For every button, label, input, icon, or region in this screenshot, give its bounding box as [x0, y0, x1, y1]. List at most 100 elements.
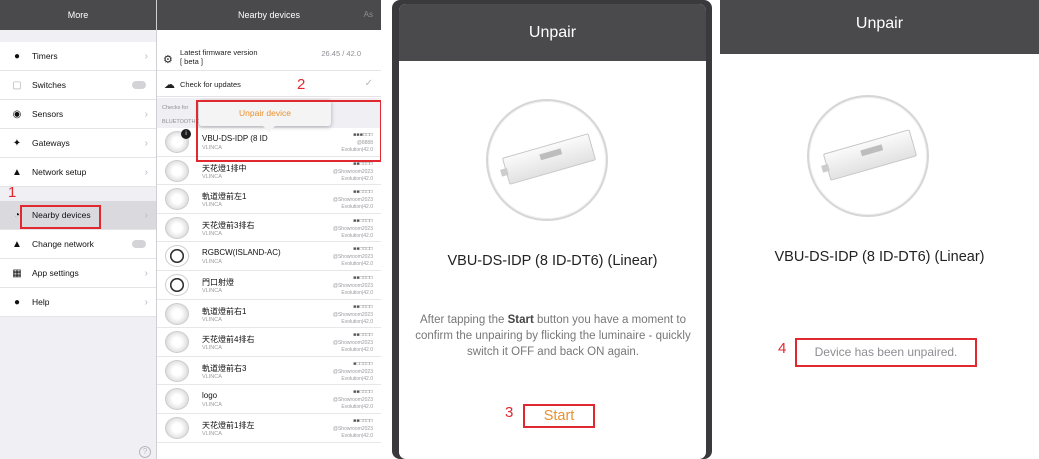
dialog-title: Unpair [720, 0, 1039, 54]
sidebar-item-label: Sensors [32, 109, 64, 119]
device-name: 天花燈前4排右 [202, 335, 255, 345]
device-row[interactable]: 天花燈前4排右 VLINCA ■■□□□□ @Showroom2023 Evolutio… [157, 328, 381, 357]
device-row[interactable]: RGBCW(ISLAND-AC) VLINCA ■■□□□□ @Showroom202… [157, 242, 381, 271]
device-vendor: VLINCA [202, 430, 222, 437]
sort-button[interactable]: As [364, 10, 373, 19]
chevron-right-icon: › [144, 267, 148, 279]
sidebar-item-help[interactable]: ● Help › [0, 288, 156, 317]
device-name: 門口射燈 [202, 277, 234, 287]
device-row[interactable]: 天花燈前3排右 VLINCA ■■□□□□ @Showroom2023 Evolutio… [157, 214, 381, 243]
product-image [807, 95, 929, 217]
app-settings-icon: ▦ [12, 267, 22, 279]
chevron-right-icon: › [144, 50, 148, 62]
device-row[interactable]: 軌道燈前左1 VLINCA ■■□□□□ @Showroom2023 Evolution… [157, 185, 381, 214]
unpair-dialog: Unpair VBU-DS-IDP (8 ID-DT6) (Linear) Af… [399, 4, 706, 459]
device-firmware: Evolution|42.0 [341, 318, 373, 325]
sidebar-item-change-network[interactable]: ▲ Change network [0, 230, 156, 259]
sidebar-item-switches[interactable]: ▢ Switches [0, 71, 156, 100]
sidebar-item-label: Network setup [32, 167, 87, 177]
device-row[interactable]: logo VLINCA ■■□□□□ @Showroom2023 Evolution|4… [157, 385, 381, 414]
dialog-title: Unpair [399, 4, 706, 61]
sidebar-item-label: Gateways [32, 138, 70, 148]
device-thumbnail [165, 416, 189, 439]
cloud-icon: ☁ [164, 79, 175, 91]
checkmark-icon: ✓ [364, 78, 373, 89]
detail-title: Nearby devices [237, 10, 301, 20]
check-updates-row[interactable]: ☁ Check for updates ✓ [157, 72, 381, 97]
device-row[interactable]: 天花燈前1排左 VLINCA ■■□□□□ @Showroom2023 Evolutio… [157, 414, 381, 443]
sidebar-item-label: Change network [32, 239, 94, 249]
device-vendor: VLINCA [202, 316, 222, 323]
sidebar-item-sensors[interactable]: ◉ Sensors › [0, 100, 156, 129]
device-firmware: Evolution|42.0 [341, 261, 373, 268]
sidebar-item-app-settings[interactable]: ▦ App settings › [0, 259, 156, 288]
device-network: @Showroom2023 [332, 340, 373, 347]
network-icon: ▲ [12, 238, 22, 250]
gateway-icon: ✦ [12, 137, 22, 149]
device-name: 天花燈前3排右 [202, 220, 255, 230]
unpair-instructions: After tapping the Start button you have … [415, 314, 691, 358]
check-updates-label: Check for updates [180, 80, 241, 89]
signal-strength: ■■□□□□ [353, 217, 373, 224]
device-thumbnail [165, 331, 189, 354]
toggle-icon [132, 81, 146, 89]
device-name: 軌道燈前左1 [202, 192, 247, 202]
device-name: VBU-DS-IDP (8 ID-DT6) (Linear) [447, 253, 658, 269]
detail-title-bar: Nearby devices As [157, 0, 381, 30]
step-marker-1: 1 [8, 184, 17, 201]
device-thumbnail: i [165, 129, 191, 153]
sidebar-item-network-setup[interactable]: ▲ Network setup › [0, 158, 156, 187]
device-thumbnail [165, 216, 189, 239]
device-vendor: VLINCA [202, 402, 222, 409]
device-thumbnail [165, 273, 189, 296]
question-icon[interactable]: ? [139, 446, 151, 458]
device-row[interactable]: 門口射燈 VLINCA ■■□□□□ @Showroom2023 Evolution|4… [157, 271, 381, 300]
sidebar-item-gateways[interactable]: ✦ Gateways › [0, 129, 156, 158]
firmware-label: Latest firmware version [ beta ] [180, 48, 258, 66]
unpair-screen-start: Unpair VBU-DS-IDP (8 ID-DT6) (Linear) Af… [392, 0, 712, 459]
device-network: @Showroom2023 [332, 282, 373, 289]
device-network: @Showroom2023 [332, 225, 373, 232]
clock-icon: ● [13, 50, 21, 62]
sidebar-item-label: Switches [32, 80, 67, 90]
firmware-row[interactable]: ⚙ Latest firmware version [ beta ] 26.45… [157, 44, 381, 71]
device-thumbnail [165, 188, 189, 211]
chevron-right-icon: › [144, 108, 148, 120]
device-network: @Showroom2023 [332, 368, 373, 375]
device-thumbnail [165, 388, 189, 411]
network-icon: ▲ [12, 166, 22, 178]
step-marker-2: 2 [297, 76, 306, 93]
device-network: @Showroom2023 [332, 197, 373, 204]
device-network: @Showroom2023 [332, 168, 373, 175]
device-vendor: VLINCA [202, 259, 222, 266]
sidebar-item-timers[interactable]: ● Timers › [0, 42, 156, 71]
device-name: VBU-DS-IDP (8 ID-DT6) (Linear) [774, 249, 985, 265]
signal-strength: ■■□□□□ [353, 417, 373, 424]
device-vendor: VLINCA [202, 373, 222, 380]
chevron-right-icon: › [144, 166, 148, 178]
device-row[interactable]: 軌道燈前右1 VLINCA ■■□□□□ @Showroom2023 Evolution… [157, 300, 381, 329]
device-row[interactable]: 軌道燈前右3 VLINCA ■□□□□□ @Showroom2023 Evolution… [157, 357, 381, 386]
switch-icon: ▢ [12, 79, 22, 91]
start-button[interactable]: Start [523, 404, 595, 428]
sidebar-title: More [0, 0, 156, 30]
nearby-devices-screen: More ● Timers › ▢ Switches ◉ Sensors › ✦… [0, 0, 381, 459]
signal-strength: ■■□□□□ [353, 274, 373, 281]
device-vendor: VLINCA [202, 173, 222, 180]
highlight-unpair-device [196, 100, 381, 162]
signal-strength: ■■□□□□ [353, 303, 373, 310]
device-vendor: VLINCA [202, 230, 222, 237]
sensor-icon: ◉ [12, 108, 22, 120]
device-name: RGBCW(ISLAND-AC) [202, 248, 281, 258]
device-vendor: VLINCA [202, 345, 222, 352]
device-firmware: Evolution|42.0 [341, 232, 373, 239]
gears-icon: ⚙ [163, 54, 173, 66]
device-thumbnail [165, 245, 189, 268]
device-name: 軌道燈前右3 [202, 363, 247, 373]
device-firmware: Evolution|42.0 [341, 375, 373, 382]
info-badge-icon: i [181, 129, 191, 139]
chevron-right-icon: › [144, 137, 148, 149]
signal-strength: ■■□□□□ [353, 189, 373, 196]
chevron-right-icon: › [144, 296, 148, 308]
device-network: @Showroom2023 [332, 397, 373, 404]
